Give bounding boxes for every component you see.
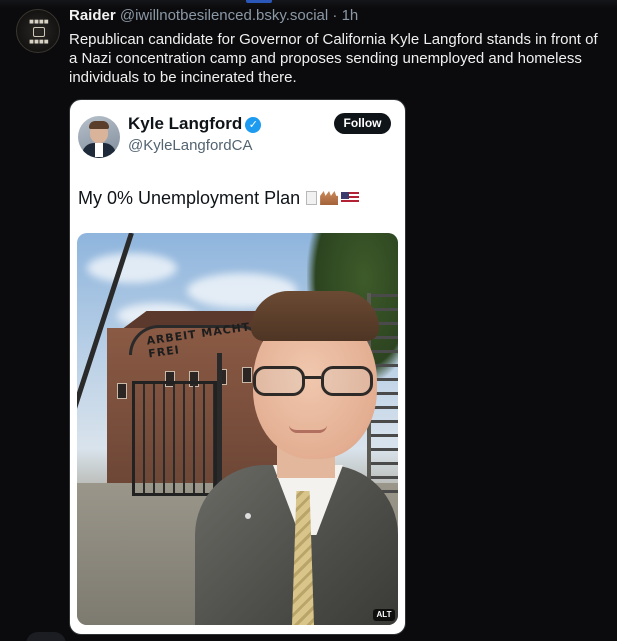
embedded-tweet-screenshot[interactable]: Kyle Langford ✓ @KyleLangfordCA Follow My…: [69, 99, 406, 635]
glasses: [249, 366, 379, 396]
embedded-name: Kyle Langford ✓: [128, 114, 262, 134]
post-header: Raider @iwillnotbesilenced.bsky.social ·…: [69, 6, 358, 26]
factory-emoji-icon: [320, 191, 339, 205]
iron-gate: [132, 381, 217, 496]
handle-and-time[interactable]: @iwillnotbesilenced.bsky.social · 1h: [120, 7, 358, 24]
embedded-tweet-text: My 0% Unemployment Plan: [78, 188, 360, 209]
post-text: Republican candidate for Governor of Cal…: [69, 31, 598, 86]
next-post-avatar-edge: [26, 632, 66, 641]
avatar[interactable]: ■■■■ ■■■■: [16, 9, 60, 53]
alt-badge[interactable]: ALT: [373, 609, 395, 621]
lapel-pin: [245, 513, 251, 519]
document-emoji-icon: [306, 191, 318, 205]
verified-badge-icon: ✓: [245, 117, 262, 133]
us-flag-emoji-icon: [341, 192, 360, 204]
display-name[interactable]: Raider: [69, 7, 116, 24]
embedded-handle: @KyleLangfordCA: [128, 137, 253, 154]
tweet-photo[interactable]: ARBEIT MACHT FREI ALT: [77, 233, 398, 625]
person-hair: [251, 291, 379, 341]
follow-button: Follow: [334, 113, 391, 134]
embedded-avatar: [78, 116, 120, 158]
post: ■■■■ ■■■■ Raider @iwillnotbesilenced.bsk…: [0, 0, 617, 641]
